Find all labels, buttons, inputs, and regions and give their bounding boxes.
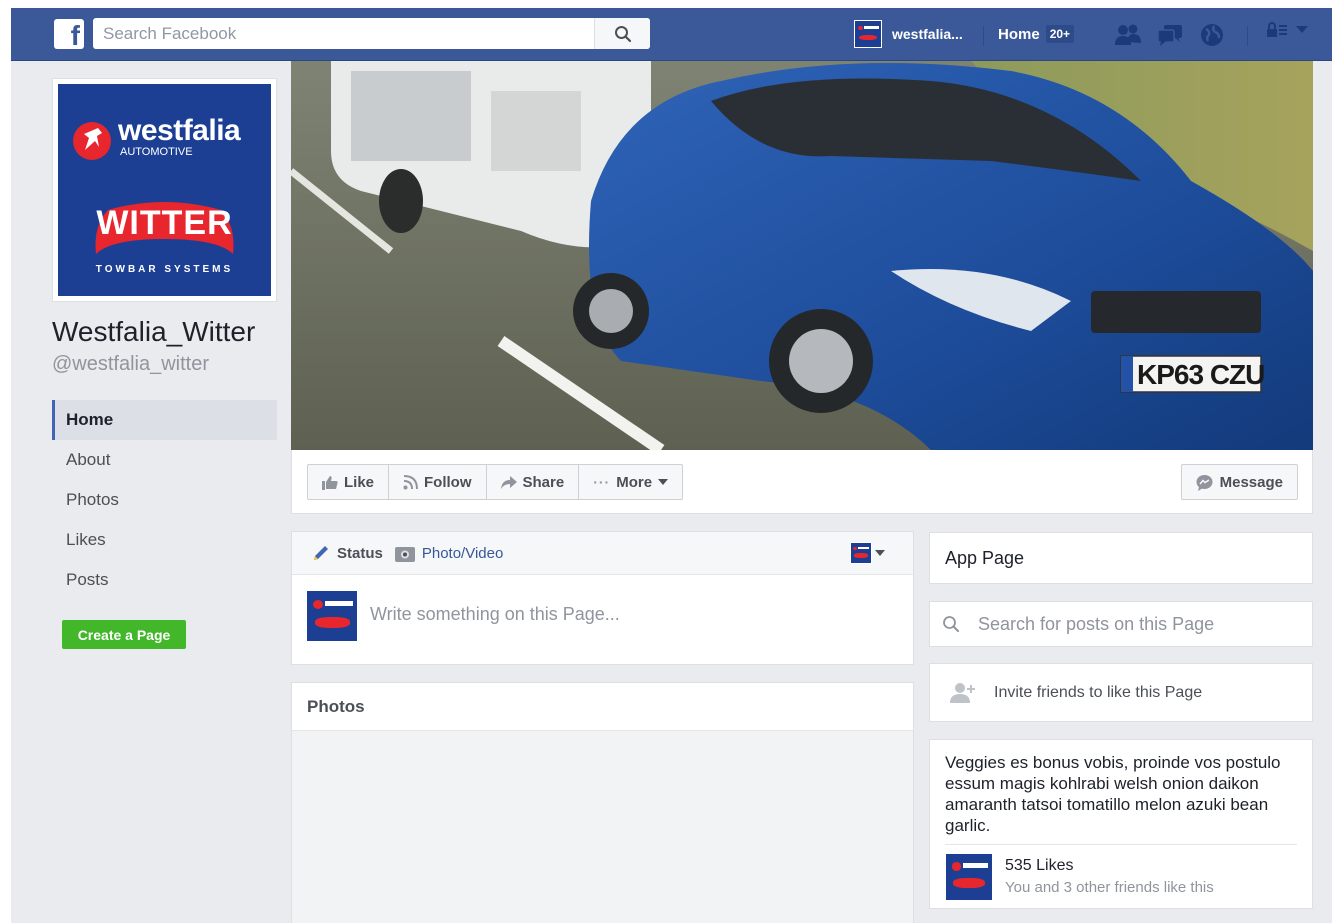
messages-icon[interactable] [1156,22,1184,48]
thumbs-up-icon [322,475,338,490]
logo-brand-text: westfalia [118,114,241,147]
left-nav-label: Home [66,410,114,429]
more-button[interactable]: ··· More [578,464,684,500]
search-box [93,18,650,49]
license-plate-text: KP63 CZU [1137,359,1265,390]
nav-home-link[interactable]: Home 20+ [998,25,1075,43]
left-nav-likes[interactable]: Likes [52,520,277,560]
nav-divider [983,26,984,46]
likes-text: 535 Likes You and 3 other friends like t… [1005,853,1214,901]
left-nav-label: Photos [66,490,119,509]
search-button[interactable] [594,18,650,49]
left-nav-home[interactable]: Home [52,400,277,440]
about-description: Veggies es bonus vobis, proinde vos post… [945,753,1281,835]
nav-profile-name: westfalia... [892,26,963,42]
messenger-icon [1196,474,1213,491]
like-label: Like [344,473,375,491]
friends-icon[interactable] [1114,22,1142,48]
caret-down-icon [658,479,669,485]
ellipsis-icon: ··· [593,474,611,490]
left-nav-about[interactable]: About [52,440,277,480]
follow-label: Follow [424,473,472,491]
westfalia-witter-logo: westfalia AUTOMOTIVE WITTER TOWBAR SYSTE… [58,84,271,296]
logo-towbar-text: TOWBAR SYSTEMS [95,264,234,275]
photo-video-tab[interactable]: Photo/Video [394,544,504,562]
follow-button[interactable]: Follow [388,464,487,500]
photos-section: Photos [291,682,914,923]
page-handle[interactable]: @westfalia_witter [52,353,209,376]
post-as-selector[interactable] [850,542,885,564]
divider [945,844,1297,845]
share-button[interactable]: Share [485,464,580,500]
photos-section-title[interactable]: Photos [292,683,913,731]
app-page-card: App Page [929,532,1313,584]
likes-count: 535 Likes [1005,857,1074,874]
logo-witter-text: WITTER [96,204,233,242]
page-action-button-group: Like Follow Share ··· More [307,464,684,500]
likes-friends-text: You and 3 other friends like this [1005,879,1214,896]
logo-sub-text: AUTOMOTIVE [120,146,193,158]
caret-down-icon [1296,26,1308,33]
composer-input[interactable] [370,601,890,627]
share-arrow-icon [500,475,517,489]
invite-friends-link[interactable]: Invite friends to like this Page [929,663,1313,722]
page-action-bar: Like Follow Share ··· More Message [291,450,1313,514]
page-title: Westfalia_Witter [52,316,256,347]
facebook-logo[interactable]: f [54,19,84,49]
photo-video-tab-label: Photo/Video [421,544,504,562]
cover-car-illustration [291,61,1313,450]
invite-friends-label: Invite friends to like this Page [994,683,1203,701]
page-post-search [929,601,1313,647]
left-nav-photos[interactable]: Photos [52,480,277,520]
app-page-label: App Page [945,547,1025,568]
profile-picture[interactable]: westfalia AUTOMOTIVE WITTER TOWBAR SYSTE… [52,78,277,302]
left-nav-label: Posts [66,570,109,589]
left-nav-label: About [66,450,111,469]
nav-home-label: Home [998,25,1040,43]
nav-profile-avatar [854,20,882,48]
globe-icon[interactable] [1198,22,1226,48]
nav-divider [1247,26,1248,46]
caret-down-icon [875,550,885,556]
create-page-button[interactable]: Create a Page [62,620,186,649]
post-composer: Status Photo/Video [291,531,914,665]
search-icon [943,616,959,632]
message-label: Message [1219,473,1283,491]
share-label: Share [522,473,565,491]
cover-photo[interactable]: KP63 CZU [291,61,1313,450]
top-navigation-bar: f westfalia... Home 20+ [11,8,1332,61]
post-as-avatar [850,542,872,564]
more-label: More [616,473,653,491]
composer-body [292,575,913,665]
likes-summary[interactable]: 535 Likes You and 3 other friends like t… [945,853,1214,901]
left-nav-posts[interactable]: Posts [52,560,277,600]
settings-menu[interactable] [1266,22,1308,38]
like-button[interactable]: Like [307,464,390,500]
add-friend-icon [950,682,975,703]
likes-avatar [945,853,993,901]
settings-icon [1267,22,1287,37]
home-notification-badge: 20+ [1045,25,1075,43]
camera-icon [394,546,415,562]
status-tab-label: Status [337,544,383,562]
search-input[interactable] [93,18,593,49]
composer-avatar [306,590,358,642]
nav-icon-group [1114,22,1226,48]
pencil-icon [314,546,328,560]
composer-tabs: Status Photo/Video [292,532,913,575]
status-tab[interactable]: Status [312,544,383,562]
search-icon [614,25,631,42]
nav-profile-link[interactable]: westfalia... [854,18,963,50]
page-left-nav: Home About Photos Likes Posts [52,400,277,600]
left-nav-label: Likes [66,530,106,549]
rss-icon [403,474,419,489]
about-card: Veggies es bonus vobis, proinde vos post… [929,739,1313,909]
message-button[interactable]: Message [1180,464,1298,500]
page-post-search-input[interactable] [978,611,1298,637]
